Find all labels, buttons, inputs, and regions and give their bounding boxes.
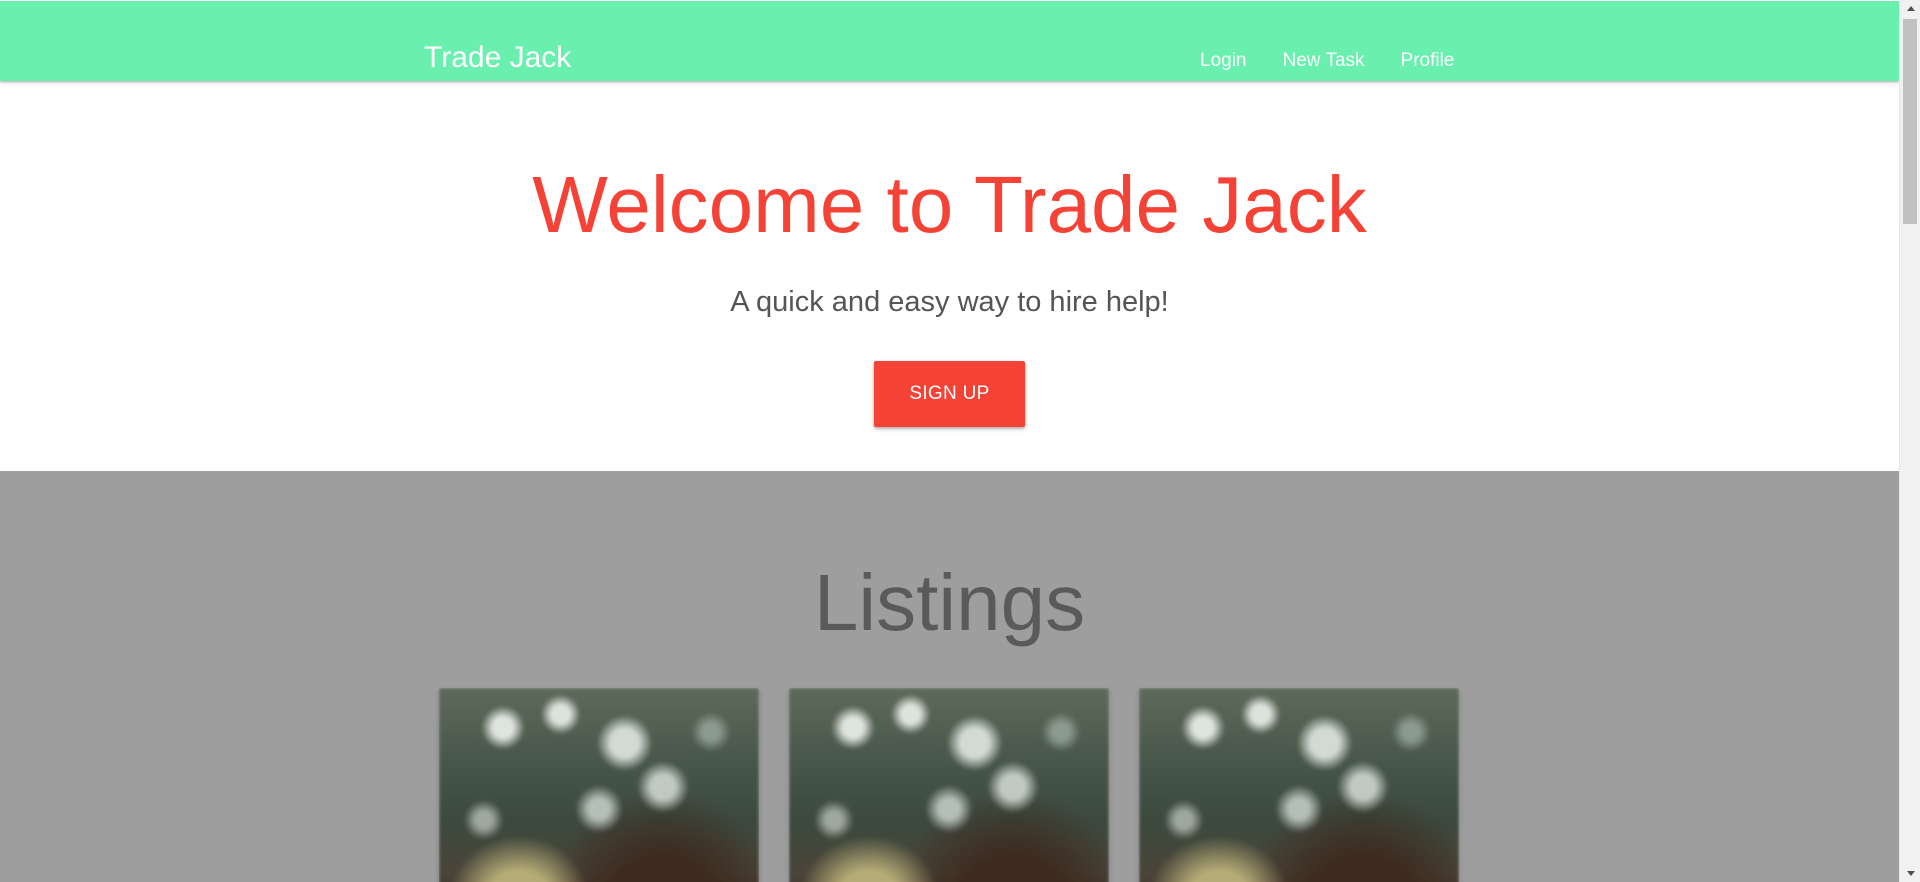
- vertical-scrollbar[interactable]: [1899, 0, 1920, 882]
- scrollbar-thumb[interactable]: [1903, 19, 1917, 224]
- listing-card-image: [439, 688, 759, 882]
- listings-title: Listings: [813, 558, 1086, 647]
- scroll-down-arrow-icon[interactable]: [1900, 865, 1920, 882]
- scroll-up-arrow-icon[interactable]: [1900, 0, 1920, 17]
- nav-links: Login New Task Profile: [1182, 41, 1472, 81]
- brand-logo[interactable]: Trade Jack: [424, 43, 571, 73]
- listing-card-image: [1139, 688, 1459, 882]
- signup-button[interactable]: SIGN UP: [874, 361, 1025, 427]
- page: Trade Jack Login New Task Profile Welcom…: [0, 0, 1899, 882]
- listings-section: Listings: [0, 471, 1899, 882]
- nav-profile-link[interactable]: Profile: [1383, 41, 1473, 81]
- hero-subtitle: A quick and easy way to hire help!: [730, 286, 1169, 318]
- listing-card[interactable]: [789, 688, 1109, 882]
- navbar: Trade Jack Login New Task Profile: [0, 1, 1899, 81]
- nav-new-task-link[interactable]: New Task: [1265, 41, 1383, 81]
- nav-login-link[interactable]: Login: [1182, 41, 1265, 81]
- listing-card[interactable]: [439, 688, 759, 882]
- hero-section: Welcome to Trade Jack A quick and easy w…: [0, 82, 1899, 471]
- listing-card[interactable]: [1139, 688, 1459, 882]
- listing-card-image: [789, 688, 1109, 882]
- hero-title: Welcome to Trade Jack: [532, 160, 1367, 249]
